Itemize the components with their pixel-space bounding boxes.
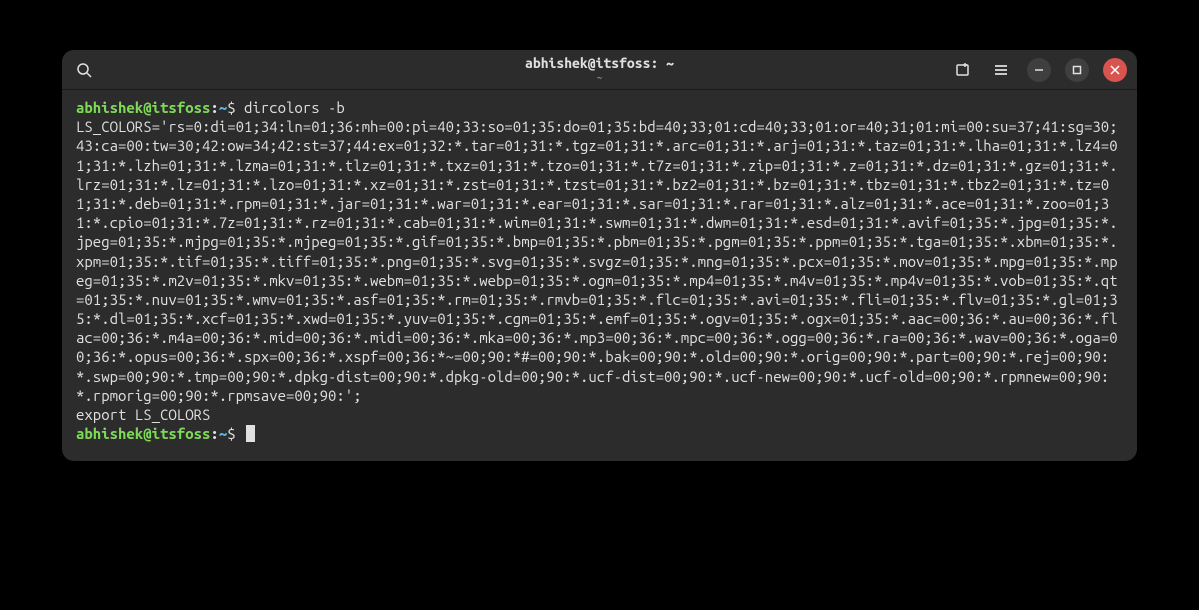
close-button[interactable] xyxy=(1103,58,1127,82)
prompt-dollar-2: $ xyxy=(227,425,244,442)
new-tab-icon[interactable] xyxy=(951,58,975,82)
cursor xyxy=(246,425,255,442)
prompt-path-2: ~ xyxy=(219,425,227,442)
title-text: abhishek@itsfoss: ~ xyxy=(525,56,674,71)
subtitle-text: ~ xyxy=(525,72,674,83)
prompt-user-2: abhishek@itsfoss xyxy=(76,425,210,442)
output-ls-colors: LS_COLORS='rs=0:di=01;34:ln=01;36:mh=00:… xyxy=(76,118,1118,404)
prompt-colon-2: : xyxy=(210,425,218,442)
prompt-user: abhishek@itsfoss xyxy=(76,99,210,116)
minimize-button[interactable] xyxy=(1027,58,1051,82)
menu-icon[interactable] xyxy=(989,58,1013,82)
terminal-window: abhishek@itsfoss: ~ ~ xyxy=(62,50,1137,461)
search-icon[interactable] xyxy=(72,58,96,82)
command-text: dircolors -b xyxy=(244,99,345,116)
terminal-body[interactable]: abhishek@itsfoss:~$ dircolors -b LS_COLO… xyxy=(62,90,1137,461)
output-export: export LS_COLORS xyxy=(76,406,210,423)
maximize-button[interactable] xyxy=(1065,58,1089,82)
prompt-colon: : xyxy=(210,99,218,116)
window-title: abhishek@itsfoss: ~ ~ xyxy=(525,56,674,82)
titlebar: abhishek@itsfoss: ~ ~ xyxy=(62,50,1137,90)
prompt-dollar: $ xyxy=(227,99,244,116)
prompt-path: ~ xyxy=(219,99,227,116)
